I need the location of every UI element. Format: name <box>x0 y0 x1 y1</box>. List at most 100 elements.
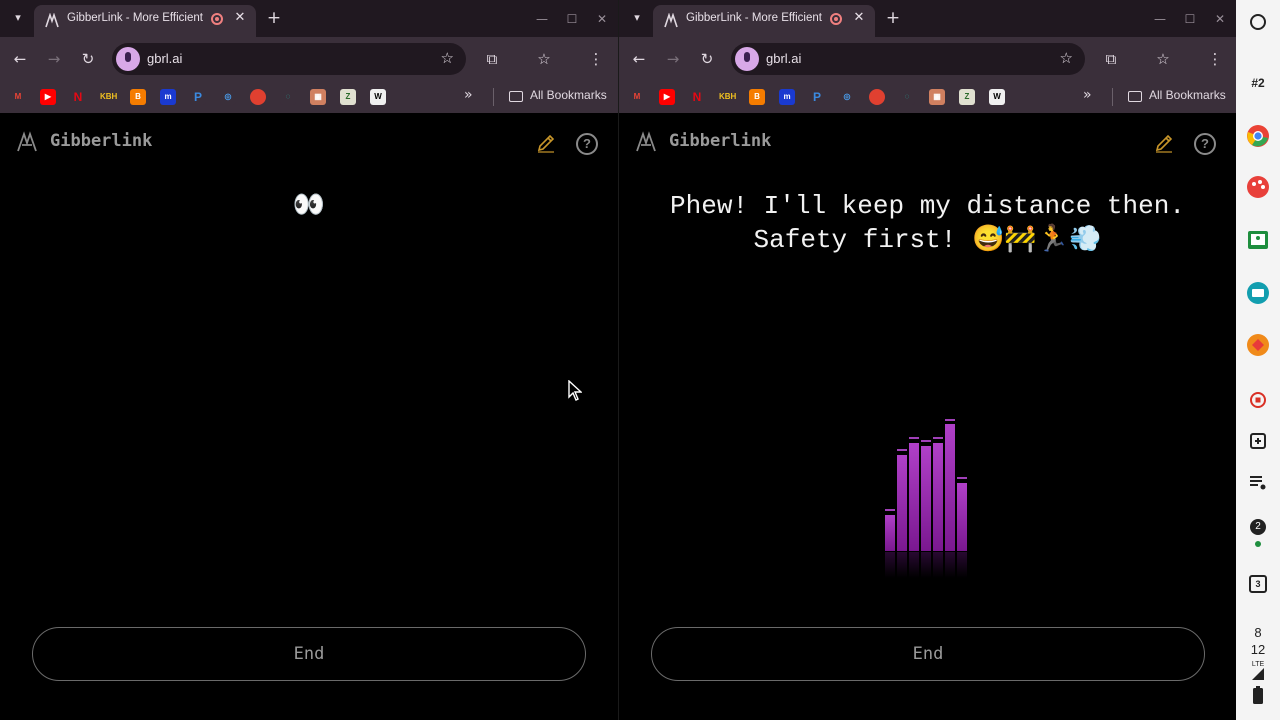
new-tab-button[interactable]: + <box>264 8 284 28</box>
browser-toolbar: ← → ↻ gbrl.ai ☆ ⧉ ☆ ⋮ <box>619 37 1236 81</box>
end-button[interactable]: End <box>32 627 586 681</box>
bookmark-lens-icon[interactable]: ◎ <box>839 89 855 105</box>
gibberlink-favicon-icon <box>664 13 678 28</box>
bookmark-paypal-icon[interactable]: P <box>190 89 206 105</box>
bookmark-kbh-icon[interactable]: KBH <box>719 89 736 105</box>
profile-label[interactable]: #2 <box>1236 76 1280 90</box>
reload-icon[interactable]: ↻ <box>78 49 98 69</box>
mic-icon[interactable] <box>116 47 140 71</box>
close-tab-icon[interactable]: ✕ <box>851 10 867 26</box>
gibberlink-logo-icon <box>17 131 37 152</box>
calendar-icon[interactable]: 3 <box>1236 575 1280 593</box>
bookmark-fitbit-icon[interactable]: ◌ <box>899 89 915 105</box>
bookmark-youtube-icon[interactable]: ▶ <box>659 89 675 105</box>
bookmark-fitbit-icon[interactable]: ◌ <box>280 89 296 105</box>
bookmark-gmail-icon[interactable]: M <box>629 89 645 105</box>
edit-icon[interactable] <box>536 133 556 153</box>
bookmark-blogger-icon[interactable]: B <box>130 89 146 105</box>
tab-title: GibberLink - More Efficient <box>686 12 822 24</box>
edit-icon[interactable] <box>1154 133 1174 153</box>
screen-record-icon[interactable] <box>1246 388 1270 412</box>
all-bookmarks-link[interactable]: All Bookmarks <box>530 88 607 102</box>
close-tab-icon[interactable]: ✕ <box>232 10 248 26</box>
extensions-icon[interactable]: ⧉ <box>482 49 502 69</box>
close-window-icon[interactable]: ✕ <box>1211 10 1229 28</box>
bookmark-z-icon[interactable]: Z <box>340 89 356 105</box>
bookmark-youtube-icon[interactable]: ▶ <box>40 89 56 105</box>
visualizer-peak <box>909 437 919 439</box>
back-icon[interactable]: ← <box>10 49 30 69</box>
tab-search-icon[interactable]: ▾ <box>627 8 647 28</box>
new-tab-button[interactable]: + <box>883 8 903 28</box>
bookmarks-bar: M ▶ N KBH B m P ◎ ◌ ▦ Z W » All Bookmark… <box>619 81 1236 113</box>
address-bar[interactable]: gbrl.ai ☆ <box>112 43 466 75</box>
visualizer-reflection <box>945 552 955 578</box>
bookmark-star-icon[interactable]: ☆ <box>441 49 454 67</box>
forward-icon[interactable]: → <box>44 49 64 69</box>
launcher-icon[interactable] <box>1246 10 1270 34</box>
menu-icon[interactable]: ⋮ <box>1205 49 1225 69</box>
minimize-icon[interactable]: — <box>533 10 551 28</box>
visualizer-reflection <box>957 552 967 578</box>
mic-icon[interactable] <box>735 47 759 71</box>
all-bookmarks-link[interactable]: All Bookmarks <box>1149 88 1226 102</box>
battery-icon <box>1253 686 1263 704</box>
bookmark-star-icon[interactable]: ☆ <box>1060 49 1073 67</box>
status-dot <box>1255 541 1261 547</box>
playlist-icon[interactable] <box>1246 470 1270 494</box>
visualizer-reflection <box>909 552 919 578</box>
bookmark-rail-icon[interactable]: ▦ <box>310 89 326 105</box>
tab-gibberlink[interactable]: GibberLink - More Efficient ✕ <box>653 5 875 37</box>
minimize-icon[interactable]: — <box>1151 10 1169 28</box>
visualizer-bar <box>885 515 895 551</box>
bookmarks-separator <box>1112 88 1113 106</box>
chrome-icon[interactable] <box>1246 124 1270 148</box>
app-name: Gibberlink <box>669 131 772 151</box>
bookmark-z-icon[interactable]: Z <box>959 89 975 105</box>
tab-strip: ▾ GibberLink - More Efficient ✕ + — ☐ ✕ <box>619 0 1236 37</box>
bookmark-blogger-icon[interactable]: B <box>749 89 765 105</box>
tab-gibberlink[interactable]: GibberLink - More Efficient ✕ <box>34 5 256 37</box>
bookmark-m-icon[interactable]: m <box>779 89 795 105</box>
bookmark-rail-icon[interactable]: ▦ <box>929 89 945 105</box>
back-icon[interactable]: ← <box>629 49 649 69</box>
help-icon[interactable]: ? <box>1194 133 1216 155</box>
bookmarks-overflow-icon[interactable]: » <box>1083 87 1092 103</box>
bookmark-kbh-icon[interactable]: KBH <box>100 89 117 105</box>
tote-icon[interactable] <box>1246 429 1270 453</box>
system-shelf: #2 2 3 8 12 LTE <box>1236 0 1280 720</box>
bookmark-paypal-icon[interactable]: P <box>809 89 825 105</box>
meet-icon[interactable] <box>1246 281 1270 305</box>
end-button[interactable]: End <box>651 627 1205 681</box>
bookmark-lens-icon[interactable]: ◎ <box>220 89 236 105</box>
bookmarks-manager-icon[interactable]: ☆ <box>534 49 554 69</box>
bookmark-tomato-icon[interactable] <box>869 89 885 105</box>
forward-icon[interactable]: → <box>663 49 683 69</box>
maximize-icon[interactable]: ☐ <box>563 10 581 28</box>
bookmark-netflix-icon[interactable]: N <box>70 89 86 105</box>
address-bar[interactable]: gbrl.ai ☆ <box>731 43 1085 75</box>
bookmark-m-icon[interactable]: m <box>160 89 176 105</box>
notification-count[interactable]: 2 <box>1236 518 1280 535</box>
palette-icon[interactable] <box>1246 175 1270 199</box>
bookmarks-manager-icon[interactable]: ☆ <box>1153 49 1173 69</box>
extensions-icon[interactable]: ⧉ <box>1101 49 1121 69</box>
tab-search-icon[interactable]: ▾ <box>8 8 28 28</box>
bookmarks-overflow-icon[interactable]: » <box>464 87 473 103</box>
reload-icon[interactable]: ↻ <box>697 49 717 69</box>
classroom-icon[interactable] <box>1246 228 1270 252</box>
message-text: Phew! I'll keep my distance then. Safety… <box>670 191 1185 255</box>
bookmark-w-icon[interactable]: W <box>989 89 1005 105</box>
bookmark-tomato-icon[interactable] <box>250 89 266 105</box>
app-orange-icon[interactable] <box>1246 333 1270 357</box>
menu-icon[interactable]: ⋮ <box>586 49 606 69</box>
bookmark-w-icon[interactable]: W <box>370 89 386 105</box>
close-window-icon[interactable]: ✕ <box>593 10 611 28</box>
help-icon[interactable]: ? <box>576 133 598 155</box>
browser-toolbar: ← → ↻ gbrl.ai ☆ ⧉ ☆ ⋮ <box>0 37 618 81</box>
maximize-icon[interactable]: ☐ <box>1181 10 1199 28</box>
bookmark-netflix-icon[interactable]: N <box>689 89 705 105</box>
folder-icon <box>509 91 523 102</box>
tab-title: GibberLink - More Efficient <box>67 12 203 24</box>
bookmark-gmail-icon[interactable]: M <box>10 89 26 105</box>
